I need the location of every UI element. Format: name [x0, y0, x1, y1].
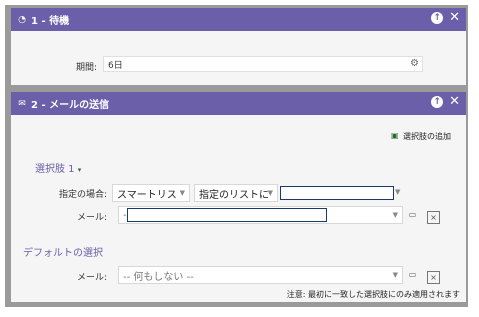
clear-icon[interactable]: ×	[427, 211, 440, 224]
close-icon[interactable]: ✕	[449, 95, 460, 108]
email-search-input[interactable]	[127, 208, 327, 222]
condition-operator-select[interactable]: 指定のリストに ▼	[194, 184, 278, 202]
add-choice-link[interactable]: 選択肢の追加	[403, 131, 451, 142]
clock-icon: ◔	[18, 14, 26, 25]
choice-1-header[interactable]: 選択肢 1 ▾	[35, 160, 81, 175]
wait-step-title: 1 - 待機	[31, 16, 70, 27]
send-email-header[interactable]: ✉ 2 - メールの送信 ↑ ✕	[11, 92, 466, 115]
chevron-down-icon: ▾	[77, 166, 82, 174]
wait-step-header[interactable]: ◔ 1 - 待機 ↑ ✕	[11, 8, 466, 31]
chevron-down-icon: ▼	[267, 189, 273, 197]
condition-operator-value: 指定のリストに	[199, 189, 269, 201]
default-email-select[interactable]: -- 何もしない -- ▼	[118, 266, 403, 284]
clear-icon[interactable]: ×	[427, 271, 440, 284]
wait-step-panel: ◔ 1 - 待機 ↑ ✕ 期間: 6日 ⚙	[11, 8, 466, 85]
move-up-icon[interactable]: ↑	[431, 12, 444, 24]
default-email-value: -- 何もしない --	[123, 271, 194, 283]
period-label: 期間:	[75, 63, 97, 73]
condition-label: 指定の場合:	[58, 190, 107, 200]
send-email-step-panel: ✉ 2 - メールの送信 ↑ ✕ ▣ 選択肢の追加 選択肢 1 ▾ 指定の場合:…	[11, 92, 466, 302]
email-label: メール:	[76, 213, 107, 223]
choice-1-label: 選択肢 1	[35, 164, 75, 175]
flow-canvas: ◔ 1 - 待機 ↑ ✕ 期間: 6日 ⚙ ✉ 2 - メールの送信 ↑ ✕ ▣…	[5, 5, 468, 307]
period-value: 6日	[108, 60, 123, 71]
envelope-icon: ✉	[18, 98, 26, 109]
default-email-label: メール:	[76, 273, 107, 283]
condition-value-input[interactable]	[280, 186, 394, 200]
chevron-down-icon: ▼	[179, 189, 185, 197]
chevron-down-icon: ▼	[392, 211, 398, 219]
send-email-title: 2 - メールの送信	[31, 100, 110, 111]
condition-field-select[interactable]: スマートリス ▼	[112, 184, 190, 202]
preview-icon[interactable]: ▭	[407, 269, 418, 280]
condition-field-value: スマートリス	[117, 189, 177, 201]
preview-icon[interactable]: ▭	[407, 209, 418, 220]
close-icon[interactable]: ✕	[449, 11, 460, 24]
chevron-down-icon: ▼	[392, 271, 398, 279]
move-up-icon[interactable]: ↑	[431, 96, 444, 108]
note-text: 注意: 最初に一致した選択肢にのみ適用されます	[286, 290, 460, 299]
default-choice-header: デフォルトの選択	[23, 248, 103, 259]
chevron-down-icon[interactable]: ▼	[395, 188, 400, 196]
gear-icon[interactable]: ⚙	[410, 58, 419, 69]
add-choice-icon: ▣	[391, 131, 399, 140]
period-field[interactable]: 6日	[103, 56, 423, 72]
